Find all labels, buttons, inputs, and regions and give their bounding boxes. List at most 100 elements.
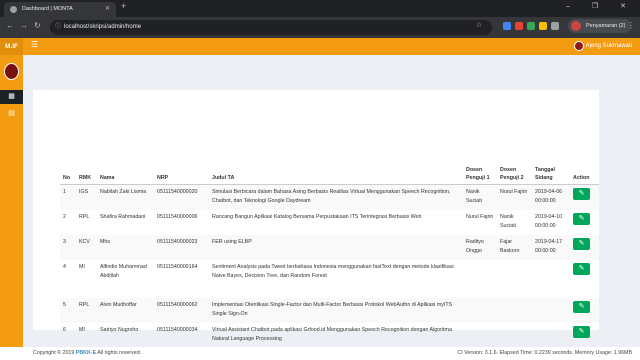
cell-tanggal: 2019-04-17 00:00:00 — [532, 234, 570, 260]
table-row: 5 RPL Alvin Mudhoffar 05111540000062 Impleme… — [60, 297, 599, 323]
cell-judul: Implementasi Otentikasi Single-Factor da… — [209, 297, 463, 323]
close-tab-icon[interactable]: ✕ — [105, 2, 110, 17]
cell-judul: Simulasi Berbicara dalam Bahasa Asing Be… — [209, 184, 463, 210]
edit-icon: ✎ — [578, 214, 585, 222]
cell-dp1 — [463, 323, 497, 348]
info-icon[interactable]: ⓘ — [55, 20, 61, 35]
extension-icon[interactable] — [515, 22, 523, 30]
cell-dp1: Nurul Fajrin — [466, 213, 494, 220]
sidebar-toggle-icon[interactable]: ☰ — [31, 40, 38, 49]
edit-icon: ✎ — [578, 302, 585, 310]
edit-icon: ✎ — [578, 264, 585, 272]
edit-button[interactable]: ✎ — [573, 237, 590, 250]
cell-judul: FER using ELBP — [209, 234, 463, 260]
edit-button[interactable]: ✎ — [573, 300, 590, 313]
col-no: No — [60, 164, 76, 185]
cell-tanggal: 2019-04-10 00:00:00 — [535, 213, 563, 229]
cell-rmk: RPL — [76, 297, 97, 323]
cell-rmk: KCV — [76, 234, 97, 260]
favicon-icon — [10, 6, 17, 13]
url-text: localhost/skripsi/admin/home — [64, 24, 142, 30]
bookmark-star-icon[interactable]: ☆ — [476, 21, 482, 29]
cell-nrp: 05111540000062 — [154, 297, 209, 323]
footer-version: CI Version: 3.1.6. Elapsed Time: 0.2239 … — [457, 350, 632, 356]
cell-action: ✎ — [570, 323, 599, 348]
col-action: Action — [570, 164, 599, 185]
edit-button[interactable]: ✎ — [573, 188, 590, 200]
forward-icon[interactable]: → — [20, 21, 28, 30]
user-menu[interactable]: Ajeng Sukmawati — [573, 38, 632, 55]
col-dosen-penguji-2: Dosen Penguji 2 — [497, 164, 532, 185]
tab-title: Dashboard | MONTA — [22, 6, 73, 12]
cell-action: ✎ — [570, 184, 599, 210]
footer-copyright-suffix: All rights reserved. — [97, 350, 142, 356]
cell-nama: Satriyo Nugroho — [100, 326, 139, 333]
sidebar-item-dashboard-icon[interactable]: ▦ — [0, 90, 23, 104]
cell-tanggal — [532, 323, 570, 348]
cell-nama: Alfindio Muhammad Abdillah — [100, 263, 147, 279]
extension-icon[interactable] — [503, 22, 511, 30]
footer: Copyright © 2019 PBKK-E All rights reser… — [0, 347, 640, 360]
back-icon[interactable]: ← — [6, 21, 14, 30]
footer-brand-link[interactable]: PBKK-E — [76, 350, 96, 356]
incognito-profile-button[interactable]: Penyamaran (2) — [568, 19, 632, 33]
app-root: M.IF ☰ Ajeng Sukmawati ▦ ▤ Tugas Akhir N… — [0, 38, 640, 360]
col-dosen-penguji-1: Dosen Penguji 1 — [463, 164, 497, 185]
cell-nrp: 05111540000020 — [154, 184, 209, 210]
table-header-row: No RMK Nama NRP Judul TA Dosen Penguji 1… — [60, 164, 599, 185]
cell-action: ✎ — [570, 297, 599, 323]
sidebar-item-grid-icon[interactable]: ▤ — [0, 107, 23, 121]
reload-icon[interactable]: ↻ — [34, 21, 41, 30]
cell-no: 5 — [60, 297, 76, 323]
cell-dp2 — [497, 297, 532, 323]
cell-rmk: RPL — [79, 213, 90, 220]
user-name: Ajeng Sukmawati — [585, 43, 632, 49]
cell-dp1 — [463, 297, 497, 323]
cell-rmk: MI — [79, 326, 85, 333]
edit-button[interactable]: ✎ — [573, 262, 590, 275]
cell-rmk: IGS — [76, 184, 97, 210]
cell-dp2 — [497, 323, 532, 348]
user-avatar — [573, 41, 584, 51]
cell-action: ✎ — [570, 234, 599, 260]
col-rmk: RMK — [76, 164, 97, 185]
cell-no: 3 — [60, 234, 76, 260]
cell-tanggal: 2019-04-06 00:00:00 — [532, 184, 570, 210]
cell-nama: Nabilah Zaki Lismia — [97, 184, 154, 210]
cell-dp1: Radityo Onggo — [463, 234, 497, 260]
extension-icon[interactable] — [551, 22, 559, 30]
brand-logo[interactable]: M.IF — [0, 38, 23, 55]
table-row: 3 KCV Mhs 05111540000023 FER using ELBP Radit… — [60, 234, 599, 260]
address-bar[interactable]: ⓘ localhost/skripsi/admin/home — [50, 20, 492, 35]
edit-button[interactable]: ✎ — [573, 212, 590, 225]
cell-tanggal — [532, 297, 570, 323]
table-row: 4 MI Alfindio Muhammad Abdillah 05111540000… — [60, 260, 599, 298]
cell-judul: Virtual Assistant Chatbot pada aplikasi … — [212, 326, 452, 342]
cell-judul: Rancang Bangun Aplikasi Katalog Bersama … — [212, 213, 422, 220]
cell-judul: Sentiment Analysis pada Tweet berbahasa … — [212, 263, 454, 279]
cell-dp1: Nanik Suciati — [463, 184, 497, 210]
cell-dp1 — [463, 260, 497, 298]
table-row: 2 RPL Shafira Rahmadani 05111540000006 Ranca… — [60, 210, 599, 235]
edit-icon: ✎ — [578, 327, 585, 335]
cell-dp2 — [497, 260, 532, 298]
extension-icon[interactable] — [527, 22, 535, 30]
cell-dp2: Nanik Suciati — [500, 213, 516, 229]
tab-bar: Dashboard | MONTA ✕ + – ❐ ✕ — [0, 0, 640, 17]
window-controls[interactable]: – ❐ ✕ — [566, 2, 636, 10]
cell-no: 6 — [63, 326, 66, 333]
col-judul: Judul TA — [209, 164, 463, 185]
sidebar-avatar — [4, 63, 19, 80]
cell-action: ✎ — [570, 260, 599, 298]
new-tab-button[interactable]: + — [121, 1, 126, 11]
browser-tab[interactable]: Dashboard | MONTA ✕ — [4, 2, 116, 17]
col-nama: Nama — [97, 164, 154, 185]
cell-dp2: Nurul Fajrin — [497, 184, 532, 210]
edit-button[interactable]: ✎ — [573, 325, 590, 338]
profile-avatar-icon — [571, 21, 581, 31]
table-row: 1 IGS Nabilah Zaki Lismia 05111540000020 Sim… — [60, 184, 599, 210]
cell-nama: Mhs — [97, 234, 154, 260]
browser-menu-icon[interactable]: ⋮ — [627, 21, 635, 30]
extension-icon[interactable] — [539, 22, 547, 30]
cell-nrp: 05111540000034 — [157, 326, 198, 333]
